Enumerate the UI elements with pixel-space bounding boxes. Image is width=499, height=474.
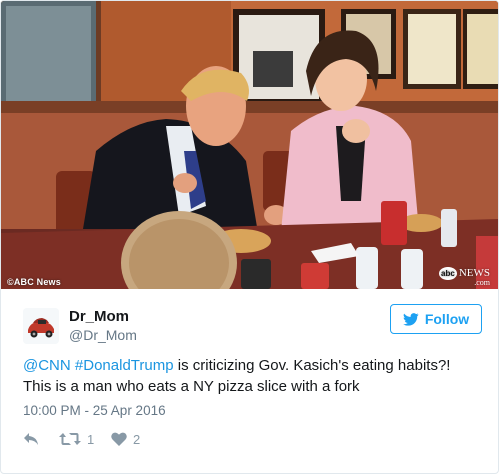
hashtag-link[interactable]: #DonaldTrump	[75, 357, 174, 374]
embedded-tweet-card: ©ABC News abc NEWS .com Dr_Mom @Dr_Mom Fo…	[0, 0, 499, 474]
photo-watermark: abc NEWS .com	[439, 267, 490, 287]
like-button[interactable]: 2	[111, 429, 140, 449]
tweet-actions: 1 2	[23, 429, 223, 449]
author-display-name[interactable]: Dr_Mom	[69, 308, 129, 325]
tweet-text-line1: is criticizing Gov. Kasich's eating habi…	[173, 357, 451, 374]
tweet-photo[interactable]: ©ABC News abc NEWS .com	[1, 1, 498, 289]
tweet-text-line2: This is a man who eats a NY pizza slice …	[23, 378, 360, 395]
retweet-icon	[59, 433, 81, 445]
retweet-count: 1	[87, 431, 95, 447]
tweet-timestamp[interactable]: 10:00 PM - 25 Apr 2016	[23, 403, 166, 418]
author-screen-name[interactable]: @Dr_Mom	[69, 327, 137, 343]
heart-icon	[111, 432, 127, 446]
reply-icon	[24, 433, 38, 445]
photo-credit: ©ABC News	[7, 277, 61, 287]
car-avatar-icon	[23, 308, 59, 344]
like-count: 2	[133, 431, 141, 447]
follow-button[interactable]: Follow	[390, 304, 482, 334]
abc-logo-icon: abc	[439, 267, 457, 280]
twitter-bird-icon	[403, 312, 419, 326]
photo-scene	[1, 1, 498, 289]
follow-button-label: Follow	[424, 311, 470, 327]
mention-link[interactable]: @CNN	[23, 357, 71, 374]
avatar[interactable]	[23, 308, 59, 344]
reply-button[interactable]	[23, 429, 39, 449]
tweet-text: @CNN #DonaldTrump is criticizing Gov. Ka…	[23, 355, 483, 397]
retweet-button[interactable]: 1	[59, 429, 94, 449]
